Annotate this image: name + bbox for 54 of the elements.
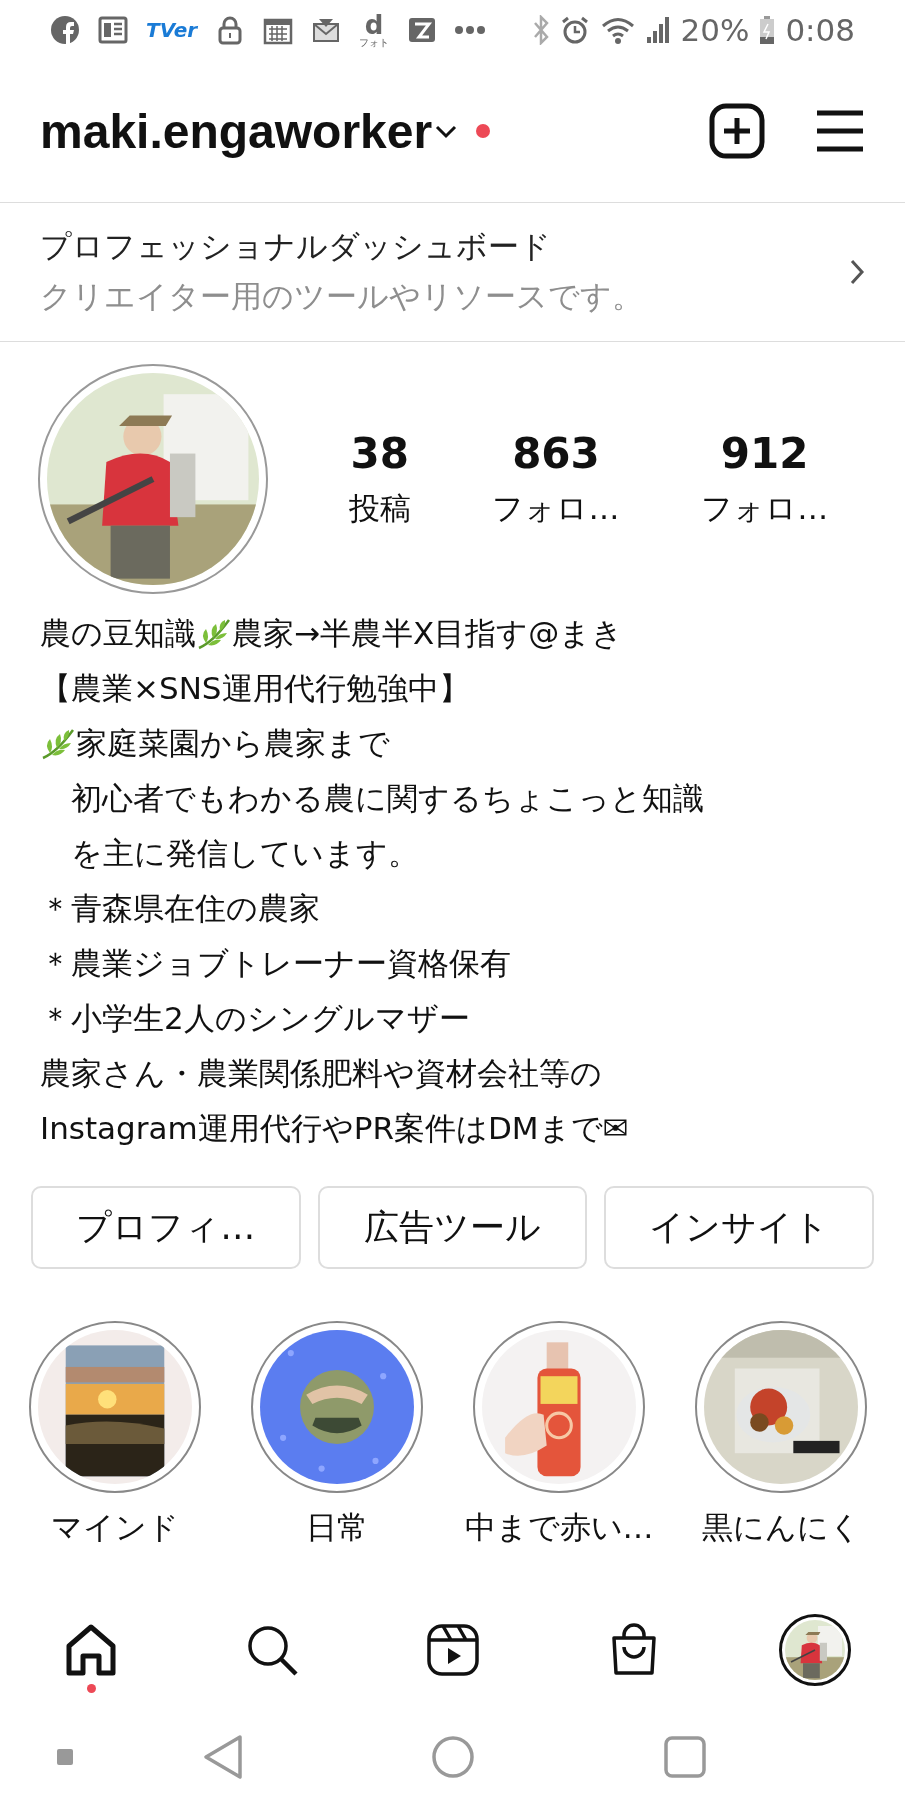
more-icon [455,26,486,34]
bio-text: Instagram運用代行やPR案件はDMまで✉ [40,1109,629,1148]
battery-icon [759,15,776,45]
story-highlight[interactable] [29,1321,201,1493]
menu-icon[interactable] [815,109,865,153]
bio-text: を主に発信しています。 [70,834,419,873]
profile-action-button[interactable]: インサイト [604,1186,874,1269]
app-logo: TVer [146,18,198,42]
highlight-label[interactable]: 黒にんにく [701,1507,861,1549]
profile-tab-avatar[interactable] [778,1614,851,1686]
bio-text: 農家さん・農業関係肥料や資材会社等の [40,1054,602,1093]
clock: 0:08 [785,12,855,48]
stat-count[interactable]: 912 [720,428,809,478]
username[interactable]: maki.engaworker [40,103,433,159]
stat-label[interactable]: フォロ… [701,487,829,530]
app-logo-caption: フォト [359,38,390,48]
newspaper-icon [98,15,128,45]
bio-text: 【農業×SNS運用代行勉強中】 [40,669,470,708]
back-icon[interactable] [201,1734,244,1780]
bio-text: 農家→半農半X目指す@まき [232,614,624,653]
stat-label[interactable]: 投稿 [348,487,411,530]
stat-label[interactable]: フォロ… [492,487,620,530]
battery-percent: 20% [680,12,750,48]
dashboard-subtitle: クリエイター用のツールやリソースです。 [40,277,644,316]
bio-text: ＊小学生2人のシングルマザー [40,999,470,1038]
play-icon[interactable] [425,1623,480,1677]
slash-box-icon [407,15,438,45]
signal-icon [646,15,671,45]
bio-text: ＊農業ジョブトレーナー資格保有 [40,944,511,983]
dashboard-banner[interactable]: プロフェッショナルダッシュボード クリエイター用のツールやリソースです。 [0,203,905,342]
home-button-icon[interactable] [430,1735,475,1779]
profile-action-button[interactable]: プロフィ… [31,1186,301,1269]
bio-text: ＊青森県在住の農家 [40,889,320,928]
story-highlight[interactable] [251,1321,423,1493]
profile-avatar[interactable] [38,364,268,594]
story-highlight[interactable] [695,1321,867,1493]
dashboard-title: プロフェッショナルダッシュボード [40,227,552,266]
bio-text: 初心者でもわかる農に関するちょこっと知識 [70,779,704,818]
stat-count[interactable]: 863 [512,428,600,478]
notification-dot [86,1684,96,1693]
bio-text: 農の豆知識 [40,614,196,653]
stat-count[interactable]: 38 [350,428,410,478]
bluetooth-icon [532,15,551,45]
profile-action-button[interactable]: 広告ツール [317,1186,588,1269]
recents-icon[interactable] [663,1735,707,1779]
highlight-label[interactable]: 中まで赤い… [464,1507,654,1549]
facebook-icon [50,15,80,45]
highlight-label[interactable]: マインド [51,1507,179,1549]
add-icon[interactable] [709,103,765,159]
chevron-right-icon [849,258,865,286]
bio-text: 家庭菜園から農家まで [76,724,390,763]
alarm-icon [560,15,591,45]
app-logo: d [364,12,384,38]
highlight-label[interactable]: 日常 [306,1507,368,1549]
